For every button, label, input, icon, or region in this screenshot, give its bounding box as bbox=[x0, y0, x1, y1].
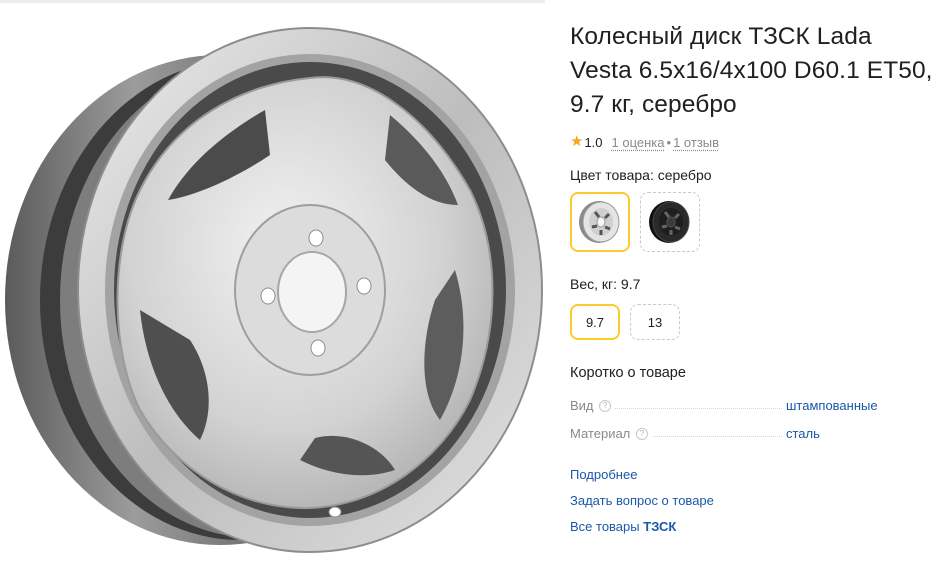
weight-option-9-7[interactable]: 9.7 bbox=[570, 304, 620, 340]
product-title: Колесный диск ТЗСК Lada Vesta 6.5x16/4x1… bbox=[570, 23, 933, 118]
ratings-count-link[interactable]: 1 оценка bbox=[612, 135, 665, 150]
color-swatches bbox=[570, 192, 940, 252]
spec-name: Вид ? bbox=[570, 397, 616, 413]
spec-name-text: Вид bbox=[570, 397, 594, 413]
color-swatch-silver[interactable] bbox=[570, 192, 630, 252]
about-product-title: Коротко о товаре bbox=[570, 365, 686, 381]
ask-question-link[interactable]: Задать вопрос о товаре bbox=[570, 493, 940, 508]
help-icon[interactable]: ? bbox=[599, 400, 612, 413]
wheel-rim-image bbox=[5, 27, 543, 553]
more-details-link[interactable]: Подробнее bbox=[570, 467, 940, 482]
rating-value: 1.0 bbox=[584, 134, 603, 150]
spec-value[interactable]: штампованные bbox=[784, 397, 878, 413]
color-label: Цвет товара: серебро bbox=[570, 167, 712, 183]
rating-separator: • bbox=[666, 134, 672, 150]
all-goods-prefix: Все товары bbox=[570, 519, 640, 534]
spec-value[interactable]: сталь bbox=[784, 425, 820, 441]
spec-name-text: Материал bbox=[570, 425, 631, 441]
product-info: Колесный диск ТЗСК Lada Vesta 6.5x16/4x1… bbox=[570, 20, 940, 534]
all-brand-goods-link[interactable]: Все товары ТЗСК bbox=[570, 519, 940, 534]
weight-label: Вес, кг: 9.7 bbox=[570, 276, 641, 292]
spec-row-type: Вид ? штампованные bbox=[570, 391, 940, 419]
silver-wheel-thumbnail bbox=[579, 201, 620, 243]
star-icon: ★ bbox=[570, 133, 584, 150]
rating-row: ★ 1.0 1 оценка • 1 отзыв bbox=[570, 133, 940, 151]
color-swatch-black[interactable] bbox=[640, 192, 700, 252]
spec-name: Материал ? bbox=[570, 425, 652, 441]
reviews-count-link[interactable]: 1 отзыв bbox=[673, 135, 719, 150]
spec-row-material: Материал ? сталь bbox=[570, 419, 940, 447]
help-icon[interactable]: ? bbox=[635, 428, 648, 441]
weight-option-13[interactable]: 13 bbox=[630, 304, 680, 340]
weight-options: 9.7 13 bbox=[570, 304, 940, 340]
brand-name: ТЗСК bbox=[643, 519, 677, 534]
product-image[interactable] bbox=[0, 0, 555, 565]
black-wheel-thumbnail bbox=[649, 201, 690, 243]
